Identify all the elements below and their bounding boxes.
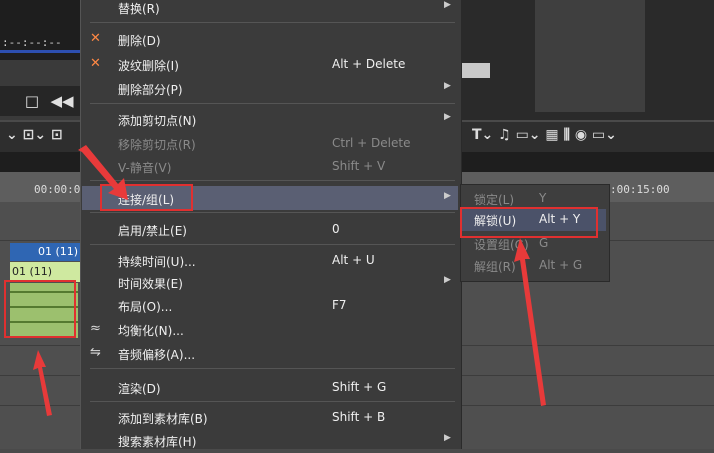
arrow-to-link-group <box>78 145 128 200</box>
annotation-arrows <box>33 145 546 416</box>
arrow-to-unlock <box>514 238 546 406</box>
arrow-to-clip <box>33 350 52 416</box>
